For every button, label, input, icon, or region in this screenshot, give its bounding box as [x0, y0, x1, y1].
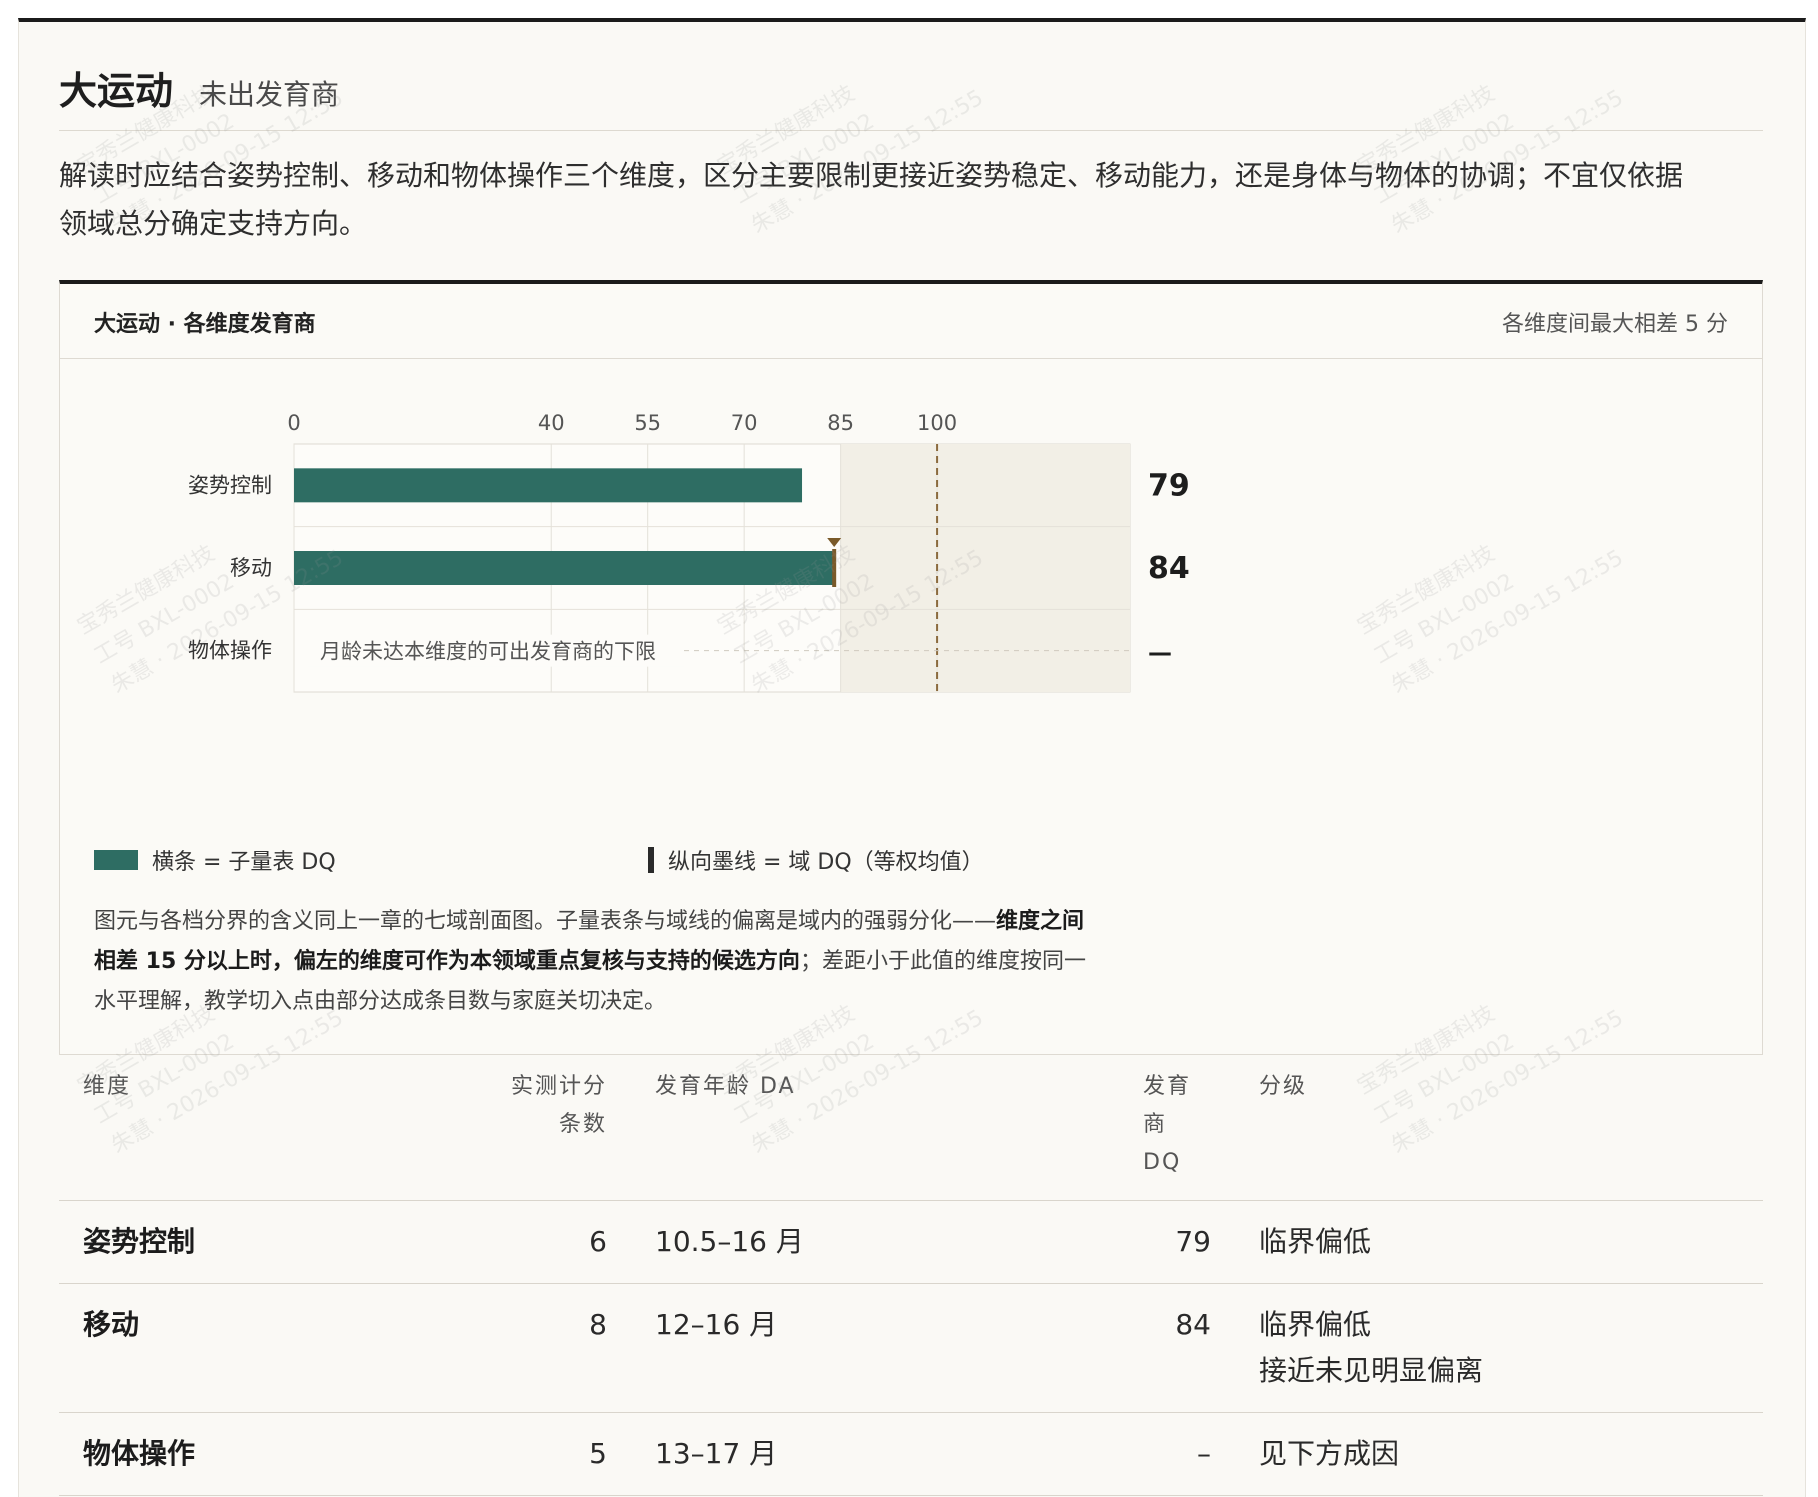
x-tick-label: 55 — [634, 411, 661, 435]
legend-bar-label: 横条 = 子量表 DQ — [152, 850, 336, 875]
chart-card-note: 各维度间最大相差 5 分 — [1502, 312, 1728, 337]
row-level-text: 临界偏低 — [1259, 1308, 1372, 1341]
row-dq: 79 — [1119, 1200, 1235, 1284]
chart-caption: 图元与各档分界的含义同上一章的七域剖面图。子量表条与域线的偏离是域内的强弱分化—… — [94, 902, 1104, 1022]
x-tick-label: 100 — [917, 411, 957, 435]
dq-bar-chart: 0 40 55 70 85 100 姿势控制 79 移动 84 物体操作 月龄未达本维度的可出发育商的… — [188, 411, 1190, 693]
col-da: 发育年龄 DA — [631, 1050, 1119, 1201]
row-da: 10.5–16 月 — [631, 1200, 1119, 1284]
row-dq: – — [1119, 1412, 1235, 1496]
category-label: 物体操作 — [188, 639, 272, 663]
col-dimension: 维度 — [59, 1050, 467, 1201]
table-row: 姿势控制 6 10.5–16 月 79 临界偏低 — [59, 1200, 1763, 1284]
dimension-table: 维度 实测计分条数 发育年龄 DA 发育商 DQ 分级 姿势控制 6 10.5–… — [59, 1050, 1763, 1496]
section-title: 大运动 — [59, 69, 174, 113]
value-label: 79 — [1148, 468, 1190, 503]
row-level-note: 接近未见明显偏离 — [1259, 1354, 1484, 1387]
x-tick-label: 40 — [538, 411, 565, 435]
value-label: 84 — [1148, 551, 1190, 586]
value-label: — — [1148, 639, 1172, 667]
row-level-text: 见下方成因 — [1259, 1437, 1400, 1470]
table-row: 物体操作 5 13–17 月 – 见下方成因 — [59, 1412, 1763, 1496]
dq-bar — [294, 468, 803, 503]
col-level: 分级 — [1235, 1050, 1763, 1201]
missing-note: 月龄未达本维度的可出发育商的下限 — [320, 640, 656, 664]
table-row: 移动 8 12–16 月 84 临界偏低 接近未见明显偏离 — [59, 1283, 1763, 1413]
legend-line: 纵向墨线 = 域 DQ（等权均值） — [648, 844, 984, 876]
report-page: 大运动 未出发育商 解读时应结合姿势控制、移动和物体操作三个维度，区分主要限制更… — [18, 18, 1806, 1497]
row-items: 8 — [467, 1283, 631, 1413]
legend-bar-swatch — [94, 850, 138, 870]
row-dimension: 物体操作 — [59, 1412, 467, 1496]
row-level-text: 临界偏低 — [1259, 1225, 1372, 1258]
col-items: 实测计分条数 — [467, 1050, 631, 1201]
caption-part1: 图元与各档分界的含义同上一章的七域剖面图。子量表条与域线的偏离是域内的强弱分化—… — [94, 909, 997, 934]
dq-bar — [294, 551, 835, 585]
x-tick-label: 0 — [287, 411, 300, 435]
row-da: 13–17 月 — [631, 1412, 1119, 1496]
row-level: 临界偏低 接近未见明显偏离 — [1235, 1283, 1763, 1413]
section-header: 大运动 未出发育商 — [59, 60, 339, 115]
row-level: 临界偏低 — [1235, 1200, 1763, 1284]
category-label: 移动 — [230, 556, 272, 580]
table-header-row: 维度 实测计分条数 发育年龄 DA 发育商 DQ 分级 — [59, 1050, 1763, 1201]
col-dq: 发育商 DQ — [1119, 1050, 1235, 1201]
category-label: 姿势控制 — [188, 473, 272, 497]
row-items: 6 — [467, 1200, 631, 1284]
row-items: 5 — [467, 1412, 631, 1496]
legend-line-swatch — [648, 847, 654, 873]
row-dimension: 姿势控制 — [59, 1200, 467, 1284]
chart-card: 大运动 · 各维度发育商 各维度间最大相差 5 分 0 40 55 70 85 100 姿势… — [59, 280, 1763, 1055]
section-description: 解读时应结合姿势控制、移动和物体操作三个维度，区分主要限制更接近姿势稳定、移动能… — [59, 159, 1684, 240]
row-da: 12–16 月 — [631, 1283, 1119, 1413]
normal-range-band — [840, 444, 1130, 692]
row-level: 见下方成因 — [1235, 1412, 1763, 1496]
row-dq: 84 — [1119, 1283, 1235, 1413]
header-divider — [59, 130, 1763, 131]
x-tick-label: 70 — [731, 411, 758, 435]
row-dimension: 移动 — [59, 1283, 467, 1413]
x-tick-label: 85 — [827, 411, 854, 435]
legend-bar: 横条 = 子量表 DQ — [94, 844, 336, 876]
legend-line-label: 纵向墨线 = 域 DQ（等权均值） — [668, 850, 984, 875]
section-subtitle: 未出发育商 — [199, 78, 340, 111]
